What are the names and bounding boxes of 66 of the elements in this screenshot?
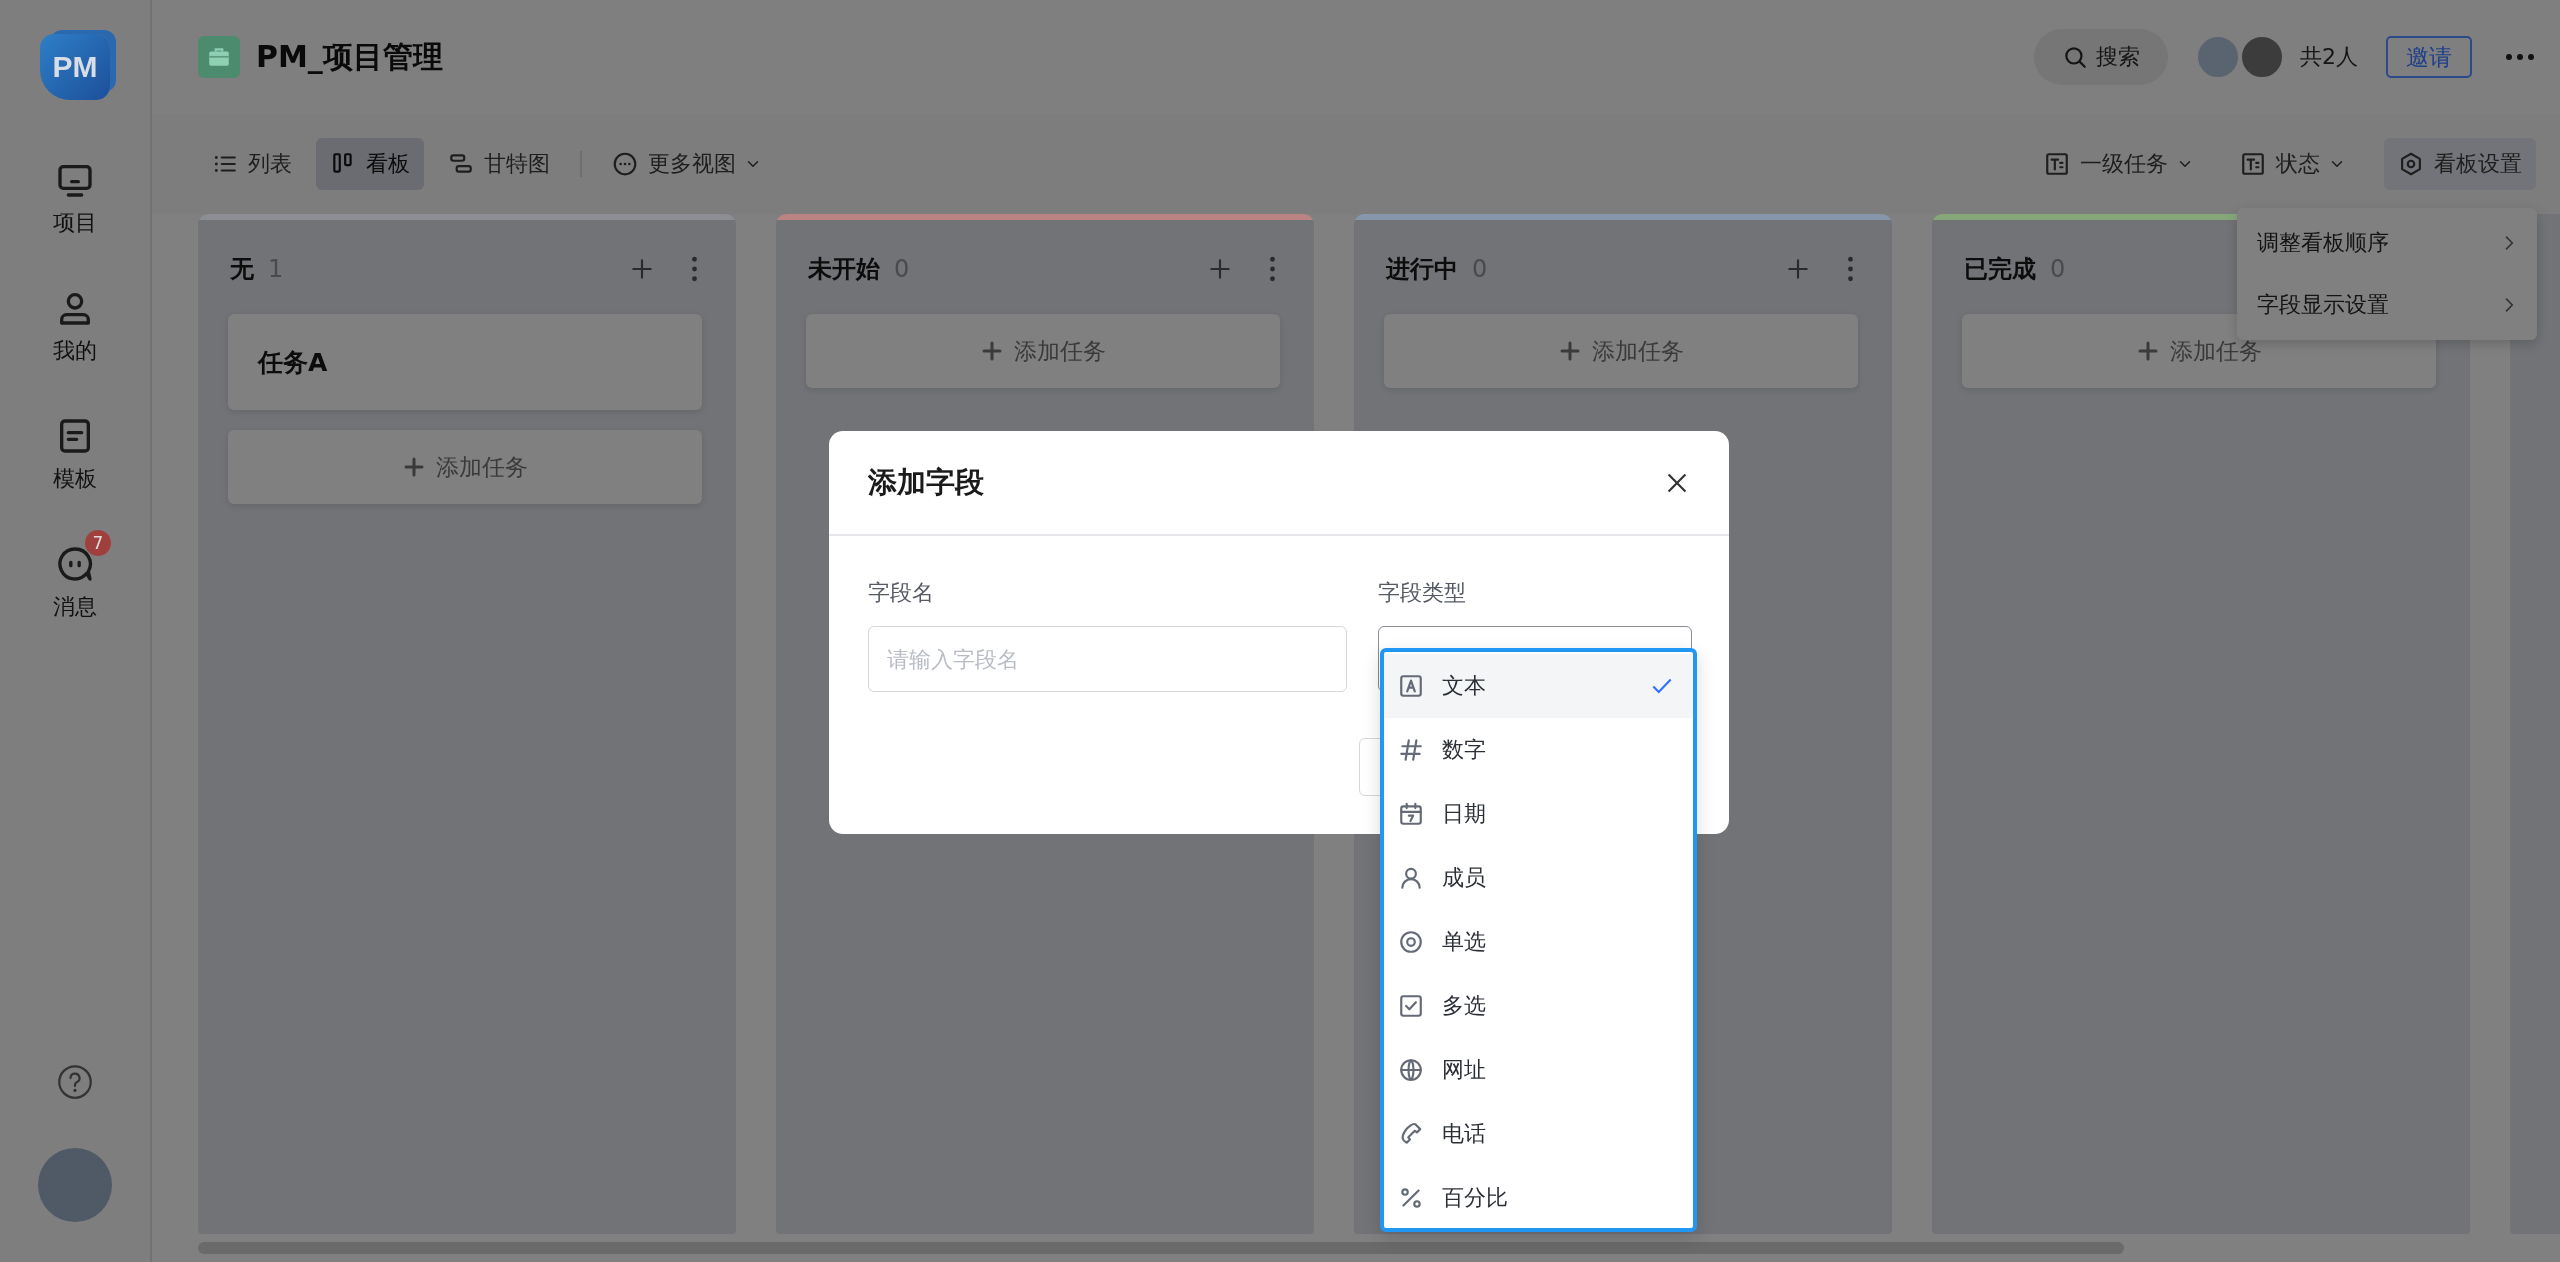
kebab-icon[interactable]	[691, 256, 698, 282]
dropdown-option[interactable]: 电话	[1384, 1102, 1693, 1166]
search-icon	[2062, 44, 2088, 70]
dropdown-option[interactable]: 百分比	[1384, 1166, 1693, 1230]
view-tab[interactable]: 甘特图	[434, 138, 564, 190]
column-title: 未开始	[808, 254, 880, 285]
menu-item[interactable]: 调整看板顺序	[2237, 212, 2537, 274]
more-icon[interactable]	[2504, 53, 2536, 61]
text-a-icon	[1398, 673, 1424, 699]
plus-icon	[2136, 339, 2160, 363]
column-title: 进行中	[1386, 254, 1458, 285]
kebab-icon[interactable]	[1847, 256, 1854, 282]
view-tab[interactable]: 列表	[198, 138, 306, 190]
filter-dropdown[interactable]: 状态	[2226, 138, 2360, 190]
percent-icon	[1398, 1185, 1424, 1211]
dropdown-option[interactable]: 数字	[1384, 718, 1693, 782]
dropdown-option[interactable]: 日期	[1384, 782, 1693, 846]
plus-icon	[980, 339, 1004, 363]
add-task-button[interactable]: 添加任务	[1384, 314, 1858, 388]
plus-icon[interactable]	[1785, 256, 1811, 282]
dropdown-option[interactable]: 单选	[1384, 910, 1693, 974]
dialog-title: 添加字段	[868, 463, 984, 501]
task-card[interactable]: 任务A	[228, 314, 702, 410]
project-title: PM_项目管理	[256, 37, 443, 76]
add-task-button[interactable]: 添加任务	[806, 314, 1280, 388]
invite-button[interactable]: 邀请	[2386, 36, 2472, 78]
dropdown-option[interactable]: 网址	[1384, 1038, 1693, 1102]
member-count[interactable]: 共2人	[2300, 42, 2358, 72]
kebab-icon[interactable]	[1269, 256, 1276, 282]
hash-icon	[1398, 737, 1424, 763]
hexagon-icon	[2398, 151, 2424, 177]
text-field-icon	[2044, 151, 2070, 177]
sidebar-item[interactable]: 模板	[35, 402, 115, 494]
more-views-button[interactable]: 更多视图	[598, 138, 776, 190]
add-task-button[interactable]: 添加任务	[228, 430, 702, 504]
dropdown-option[interactable]: 文本	[1384, 654, 1693, 718]
plus-icon	[402, 455, 426, 479]
text-field-icon	[2240, 151, 2266, 177]
plus-icon[interactable]	[629, 256, 655, 282]
dropdown-option[interactable]: 成员	[1384, 846, 1693, 910]
calendar-icon	[1398, 801, 1424, 827]
help-icon[interactable]	[57, 1064, 93, 1100]
field-label: 字段类型	[1378, 579, 1467, 607]
sidebar-item[interactable]: 项目	[35, 146, 115, 238]
view-tab[interactable]: 看板	[316, 138, 424, 190]
chat-icon	[55, 544, 95, 584]
sidebar-item[interactable]: 我的	[35, 274, 115, 366]
plus-icon	[1558, 339, 1582, 363]
scrollbar-thumb[interactable]	[198, 1242, 2124, 1254]
field-label: 字段名	[868, 579, 935, 607]
column-title: 无	[230, 254, 254, 285]
filter-dropdown[interactable]: 一级任务	[2030, 138, 2208, 190]
globe-icon	[1398, 1057, 1424, 1083]
more-circle-icon	[612, 151, 638, 177]
checkbox-icon	[1398, 993, 1424, 1019]
briefcase-icon	[198, 36, 240, 78]
dropdown-option[interactable]: 多选	[1384, 974, 1693, 1038]
radio-icon	[1398, 929, 1424, 955]
input-field[interactable]: 请输入字段名	[868, 626, 1347, 692]
search-button[interactable]: 搜索	[2034, 29, 2168, 85]
plus-icon[interactable]	[1207, 256, 1233, 282]
board-settings-button[interactable]: 看板设置	[2384, 138, 2536, 190]
column-title: 已完成	[1964, 254, 2036, 285]
sidebar-item[interactable]: 7 消息	[35, 530, 115, 622]
person-icon	[1398, 865, 1424, 891]
notification-badge: 7	[85, 530, 111, 556]
